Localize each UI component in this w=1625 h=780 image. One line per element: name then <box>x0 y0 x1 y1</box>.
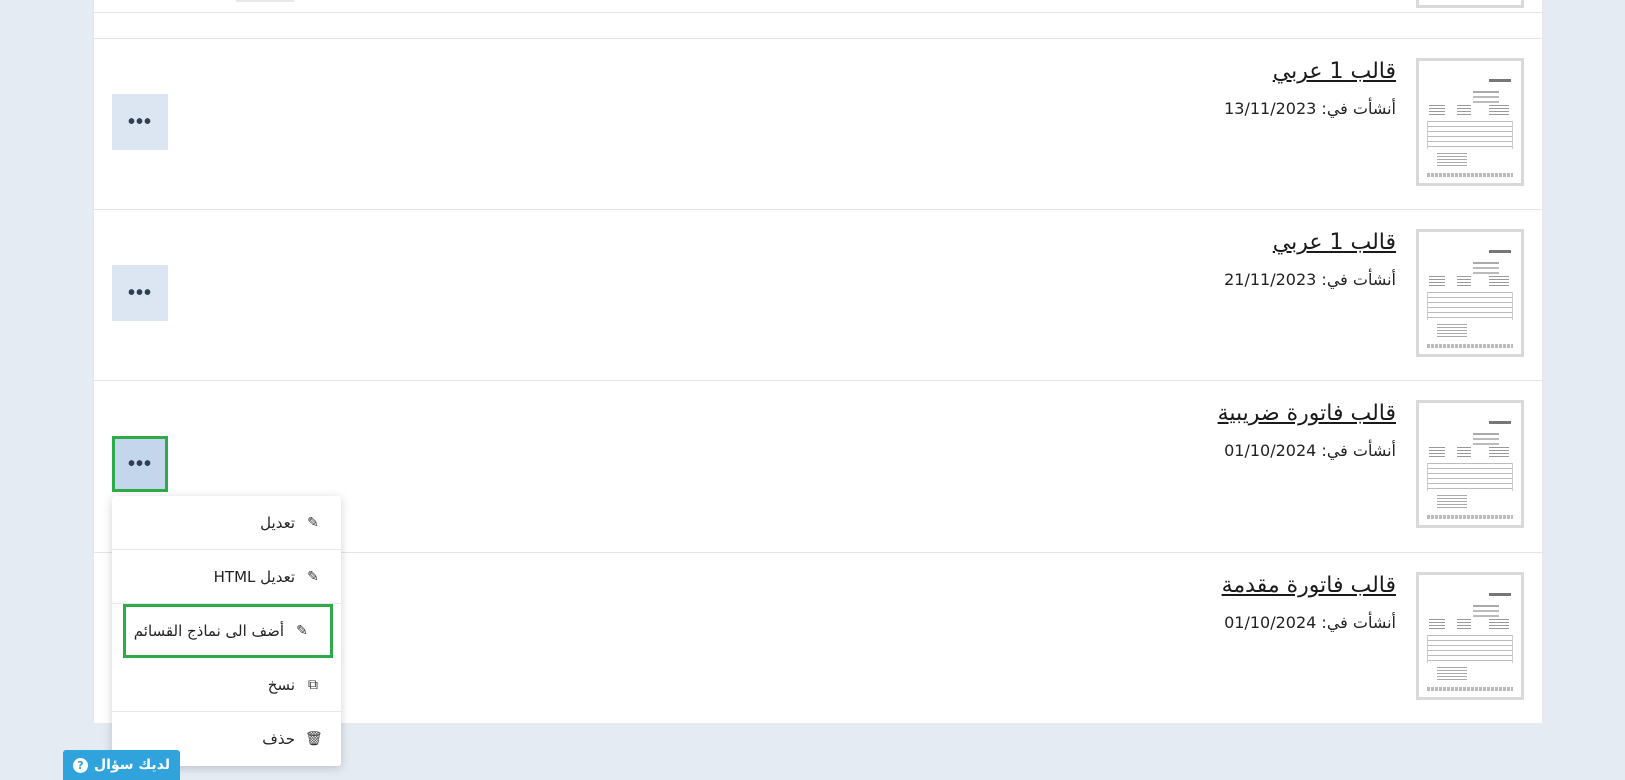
more-options-button-active[interactable]: ••• <box>112 436 168 492</box>
ellipsis-icon: ••• <box>127 110 152 133</box>
template-row-partial <box>94 0 1542 13</box>
trash-icon: 🗑 <box>305 731 323 747</box>
template-thumbnail[interactable] <box>1416 0 1524 8</box>
ellipsis-icon: ••• <box>127 452 152 475</box>
template-thumbnail[interactable] <box>1416 229 1524 357</box>
template-created: أنشأت في: 21/11/2023 <box>1224 270 1396 289</box>
template-title-link[interactable]: قالب فاتورة مقدمة <box>1222 573 1396 598</box>
template-title-link[interactable]: قالب 1 عربي <box>1273 59 1396 84</box>
options-dropdown-menu: تعديل ✎ تعديل HTML ✎ أضف الى نماذج القسا… <box>112 496 341 766</box>
menu-item-edit-html[interactable]: تعديل HTML ✎ <box>112 550 341 604</box>
created-date: 13/11/2023 <box>1224 99 1317 118</box>
menu-item-label: تعديل HTML <box>213 567 295 586</box>
created-label: أنشأت في: <box>1321 441 1396 460</box>
menu-item-label: أضف الى نماذج القسائم <box>133 622 284 640</box>
template-created: أنشأت في: 01/10/2024 <box>1224 441 1396 460</box>
template-created: أنشأت في: 13/11/2023 <box>1224 99 1396 118</box>
menu-item-label: حذف <box>262 730 295 748</box>
created-label: أنشأت في: <box>1321 99 1396 118</box>
menu-item-copy[interactable]: نسخ ⧉ <box>112 658 341 712</box>
created-label: أنشأت في: <box>1321 613 1396 632</box>
template-row: قالب 1 عربي أنشأت في: 13/11/2023 ••• <box>94 38 1542 209</box>
menu-item-label: تعديل <box>260 513 295 532</box>
menu-item-add-to-voucher-templates[interactable]: أضف الى نماذج القسائم ✎ <box>123 604 333 658</box>
menu-item-edit[interactable]: تعديل ✎ <box>112 496 341 550</box>
help-label: لديك سؤال <box>94 757 171 773</box>
created-date: 01/10/2024 <box>1224 613 1317 632</box>
template-created: أنشأت في: 01/10/2024 <box>1224 613 1396 632</box>
template-title-link[interactable]: قالب 1 عربي <box>1273 230 1396 255</box>
created-label: أنشأت في: <box>1321 270 1396 289</box>
pencil-icon: ✎ <box>307 568 319 585</box>
template-row: قالب 1 عربي أنشأت في: 21/11/2023 ••• <box>94 209 1542 380</box>
pencil-icon: ✎ <box>307 514 319 531</box>
copy-icon: ⧉ <box>308 676 318 693</box>
template-thumbnail[interactable] <box>1416 572 1524 700</box>
template-thumbnail[interactable] <box>1416 400 1524 528</box>
more-options-button[interactable]: ••• <box>112 265 168 321</box>
template-title-link[interactable]: قالب فاتورة ضريبية <box>1218 401 1396 426</box>
help-question-button[interactable]: لديك سؤال ? <box>63 750 180 780</box>
created-date: 21/11/2023 <box>1224 270 1317 289</box>
pencil-icon: ✎ <box>296 623 308 639</box>
created-date: 01/10/2024 <box>1224 441 1317 460</box>
ellipsis-icon: ••• <box>127 281 152 304</box>
menu-item-label: نسخ <box>267 675 295 694</box>
template-thumbnail[interactable] <box>1416 58 1524 186</box>
question-icon: ? <box>73 757 88 773</box>
more-options-button[interactable]: ••• <box>112 94 168 150</box>
